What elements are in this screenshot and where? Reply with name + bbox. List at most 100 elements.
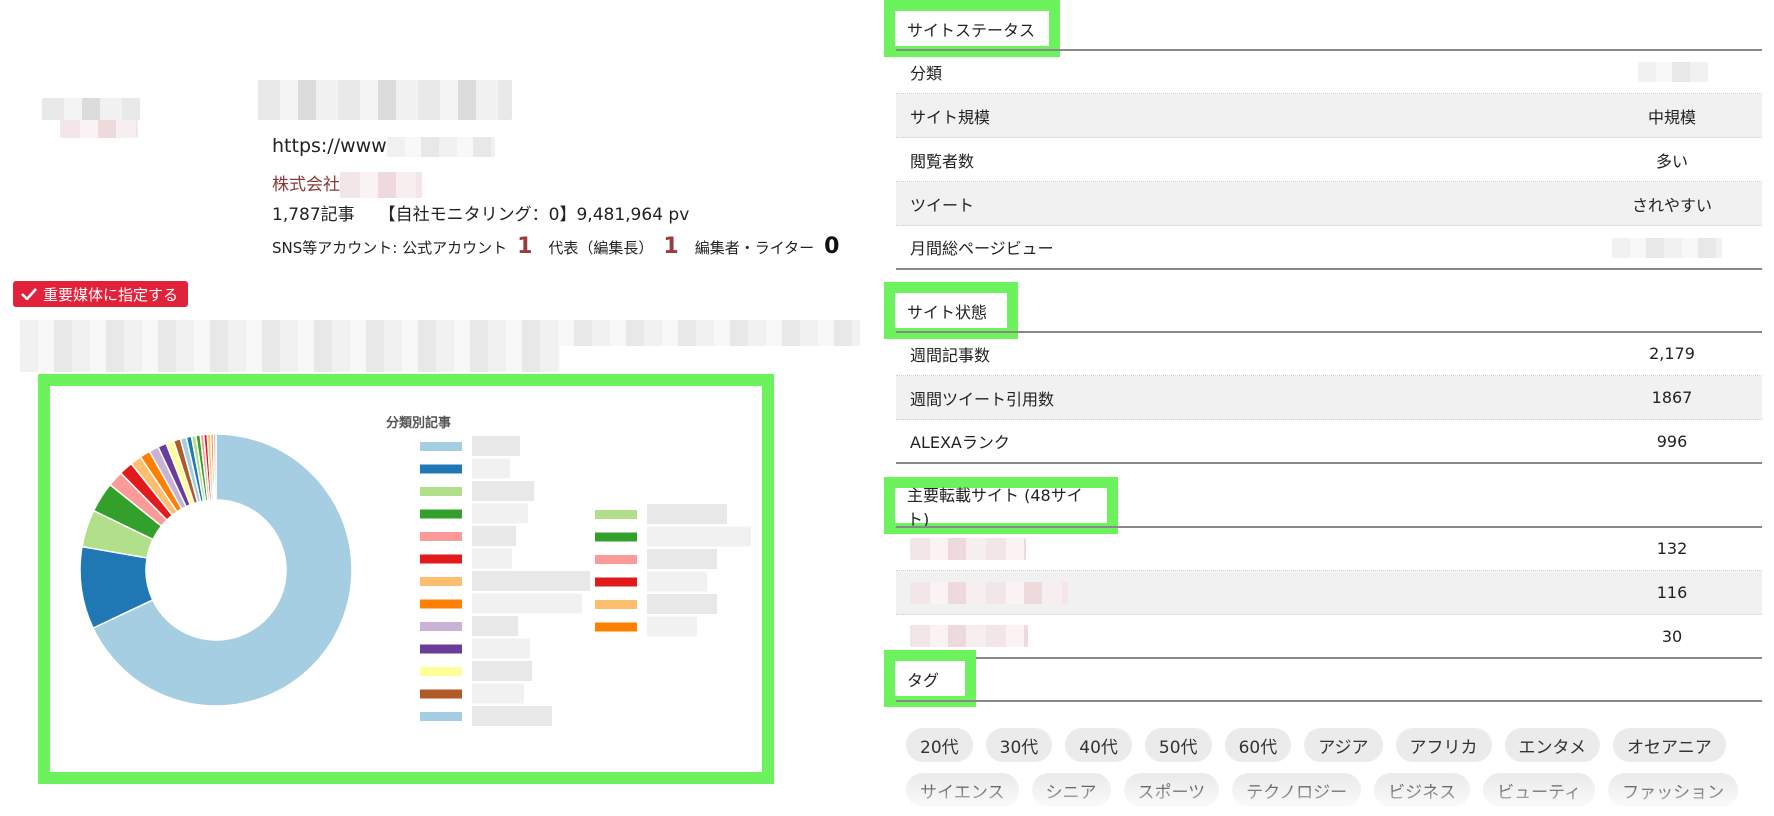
legend-swatch[interactable]: [420, 442, 462, 451]
tag-chip[interactable]: ビジネス: [1374, 773, 1471, 807]
writer-count: 0: [824, 234, 840, 259]
status-label: 月間総ページビュー: [910, 239, 1054, 258]
site-logo-sub: [60, 120, 138, 138]
tag-chip[interactable]: 60代: [1224, 728, 1292, 762]
legend-swatch[interactable]: [420, 577, 462, 586]
company-name[interactable]: 株式会社: [272, 170, 422, 198]
article-count: 1,787記事: [272, 205, 355, 225]
syndication-site-name-redacted: [910, 625, 1028, 647]
syndication-site-name[interactable]: [896, 625, 1582, 647]
state-row: ALEXAランク 996: [896, 420, 1762, 464]
state-value: 1867: [1651, 388, 1693, 407]
status-label: 閲覧者数: [910, 151, 975, 171]
legend-swatch[interactable]: [595, 510, 637, 519]
legend-label-redacted: [647, 594, 717, 614]
official-account-count[interactable]: 1: [517, 234, 532, 259]
legend-label-redacted: [647, 571, 707, 592]
status-row: サイト規模 中規模: [896, 94, 1762, 138]
status-value: されやすい: [1631, 195, 1712, 215]
legend-label-redacted: [472, 481, 534, 501]
state-label: 週間記事数: [910, 345, 991, 365]
legend-swatch[interactable]: [420, 509, 462, 519]
tag-chip[interactable]: エンタメ: [1504, 728, 1601, 762]
legend-label-redacted: [472, 638, 530, 659]
tag-chip[interactable]: アジア: [1304, 728, 1383, 762]
legend-swatch[interactable]: [595, 555, 637, 564]
legend-label-redacted: [472, 458, 510, 479]
syndication-value: 116: [1656, 583, 1688, 602]
legend-swatch[interactable]: [595, 577, 637, 587]
legend-label-redacted: [472, 661, 532, 681]
legend-label-redacted: [472, 571, 590, 591]
status-row: 閲覧者数 多い: [896, 138, 1762, 182]
site-name: [258, 80, 512, 120]
tag-chip[interactable]: オセアニア: [1613, 728, 1726, 762]
legend-label-redacted: [472, 436, 520, 456]
legend-swatch[interactable]: [420, 689, 462, 699]
state-value: 2,179: [1649, 344, 1695, 363]
tag-chip[interactable]: ビューティ: [1483, 773, 1596, 807]
tag-chip[interactable]: テクノロジー: [1232, 773, 1362, 807]
legend-label-redacted: [472, 526, 516, 546]
legend-swatch[interactable]: [595, 622, 637, 632]
status-row: ツイート されやすい: [896, 182, 1762, 226]
syndication-value: 132: [1656, 539, 1688, 558]
syndication-site-name-redacted: [910, 537, 1026, 560]
legend-swatch[interactable]: [595, 600, 637, 609]
legend-swatch[interactable]: [420, 644, 462, 654]
tag-chip[interactable]: 50代: [1144, 728, 1212, 762]
legend-swatch[interactable]: [420, 667, 462, 676]
legend-swatch[interactable]: [595, 532, 637, 542]
site-logo: [42, 98, 140, 120]
status-row: 分類: [896, 50, 1762, 94]
tag-chip[interactable]: サイエンス: [906, 773, 1019, 807]
site-url[interactable]: https://www: [272, 135, 495, 157]
status-label: 分類: [910, 63, 943, 83]
tag-list: 20代 30代 40代 50代 60代 アジア アフリカ エンタメ オセアニアサイエンス シニアス…: [906, 728, 1766, 807]
editor-count[interactable]: 1: [663, 234, 678, 259]
legend-swatch[interactable]: [420, 464, 462, 474]
syndication-value: 30: [1661, 626, 1683, 646]
mark-important-button[interactable]: 重要媒体に指定する: [13, 281, 189, 307]
donut-slice[interactable]: [212, 433, 217, 501]
legend-label-redacted: [647, 616, 697, 637]
state-row: 週間記事数 2,179: [896, 332, 1762, 376]
tag-chip[interactable]: アフリカ: [1395, 728, 1492, 762]
state-row: 週間ツイート引用数 1867: [896, 376, 1762, 420]
tag-chip[interactable]: シニア: [1031, 773, 1111, 807]
tag-chip[interactable]: 40代: [1065, 728, 1132, 762]
legend-swatch[interactable]: [420, 487, 462, 496]
category-chart-card: 分類別記事: [38, 374, 774, 784]
state-label: ALEXAランク: [910, 433, 1010, 452]
legend-label-redacted: [472, 503, 528, 524]
tag-chip[interactable]: ファッション: [1608, 773, 1739, 807]
status-label: サイト規模: [910, 107, 991, 127]
sns-accounts: SNS等アカウント: 公式アカウント 1 代表（編集長） 1 編集者・ライター …: [272, 234, 840, 259]
status-label: ツイート: [910, 195, 975, 215]
legend-label-redacted: [647, 526, 751, 547]
syndication-site-name-redacted: [910, 581, 1068, 604]
monitoring-pv: 【自社モニタリング：0】9,481,964 pv: [378, 205, 690, 225]
site-stats: 1,787記事 【自社モニタリング：0】9,481,964 pv: [272, 200, 713, 225]
tab-tags[interactable]: タグ: [884, 650, 976, 707]
legend-swatch[interactable]: [420, 622, 462, 631]
tag-chip[interactable]: スポーツ: [1123, 773, 1220, 807]
legend-swatch[interactable]: [420, 712, 462, 721]
syndication-site-name[interactable]: [896, 581, 1582, 604]
legend-swatch[interactable]: [420, 554, 462, 564]
legend-label-redacted: [472, 616, 518, 636]
category-donut-chart: [79, 433, 751, 726]
syndication-site-name[interactable]: [896, 537, 1582, 560]
tag-chip[interactable]: 30代: [985, 728, 1053, 762]
legend-label-redacted: [472, 706, 552, 726]
legend-label-redacted: [472, 593, 582, 614]
state-label: 週間ツイート引用数: [910, 389, 1055, 409]
tag-chip[interactable]: 20代: [906, 728, 973, 762]
site-url-redacted: [386, 136, 495, 157]
company-name-redacted: [340, 172, 422, 198]
legend-label-redacted: [472, 548, 512, 569]
syndication-row: 30: [896, 615, 1762, 659]
legend-swatch[interactable]: [420, 599, 462, 609]
legend-swatch[interactable]: [420, 532, 462, 541]
legend-label-redacted: [472, 683, 524, 704]
